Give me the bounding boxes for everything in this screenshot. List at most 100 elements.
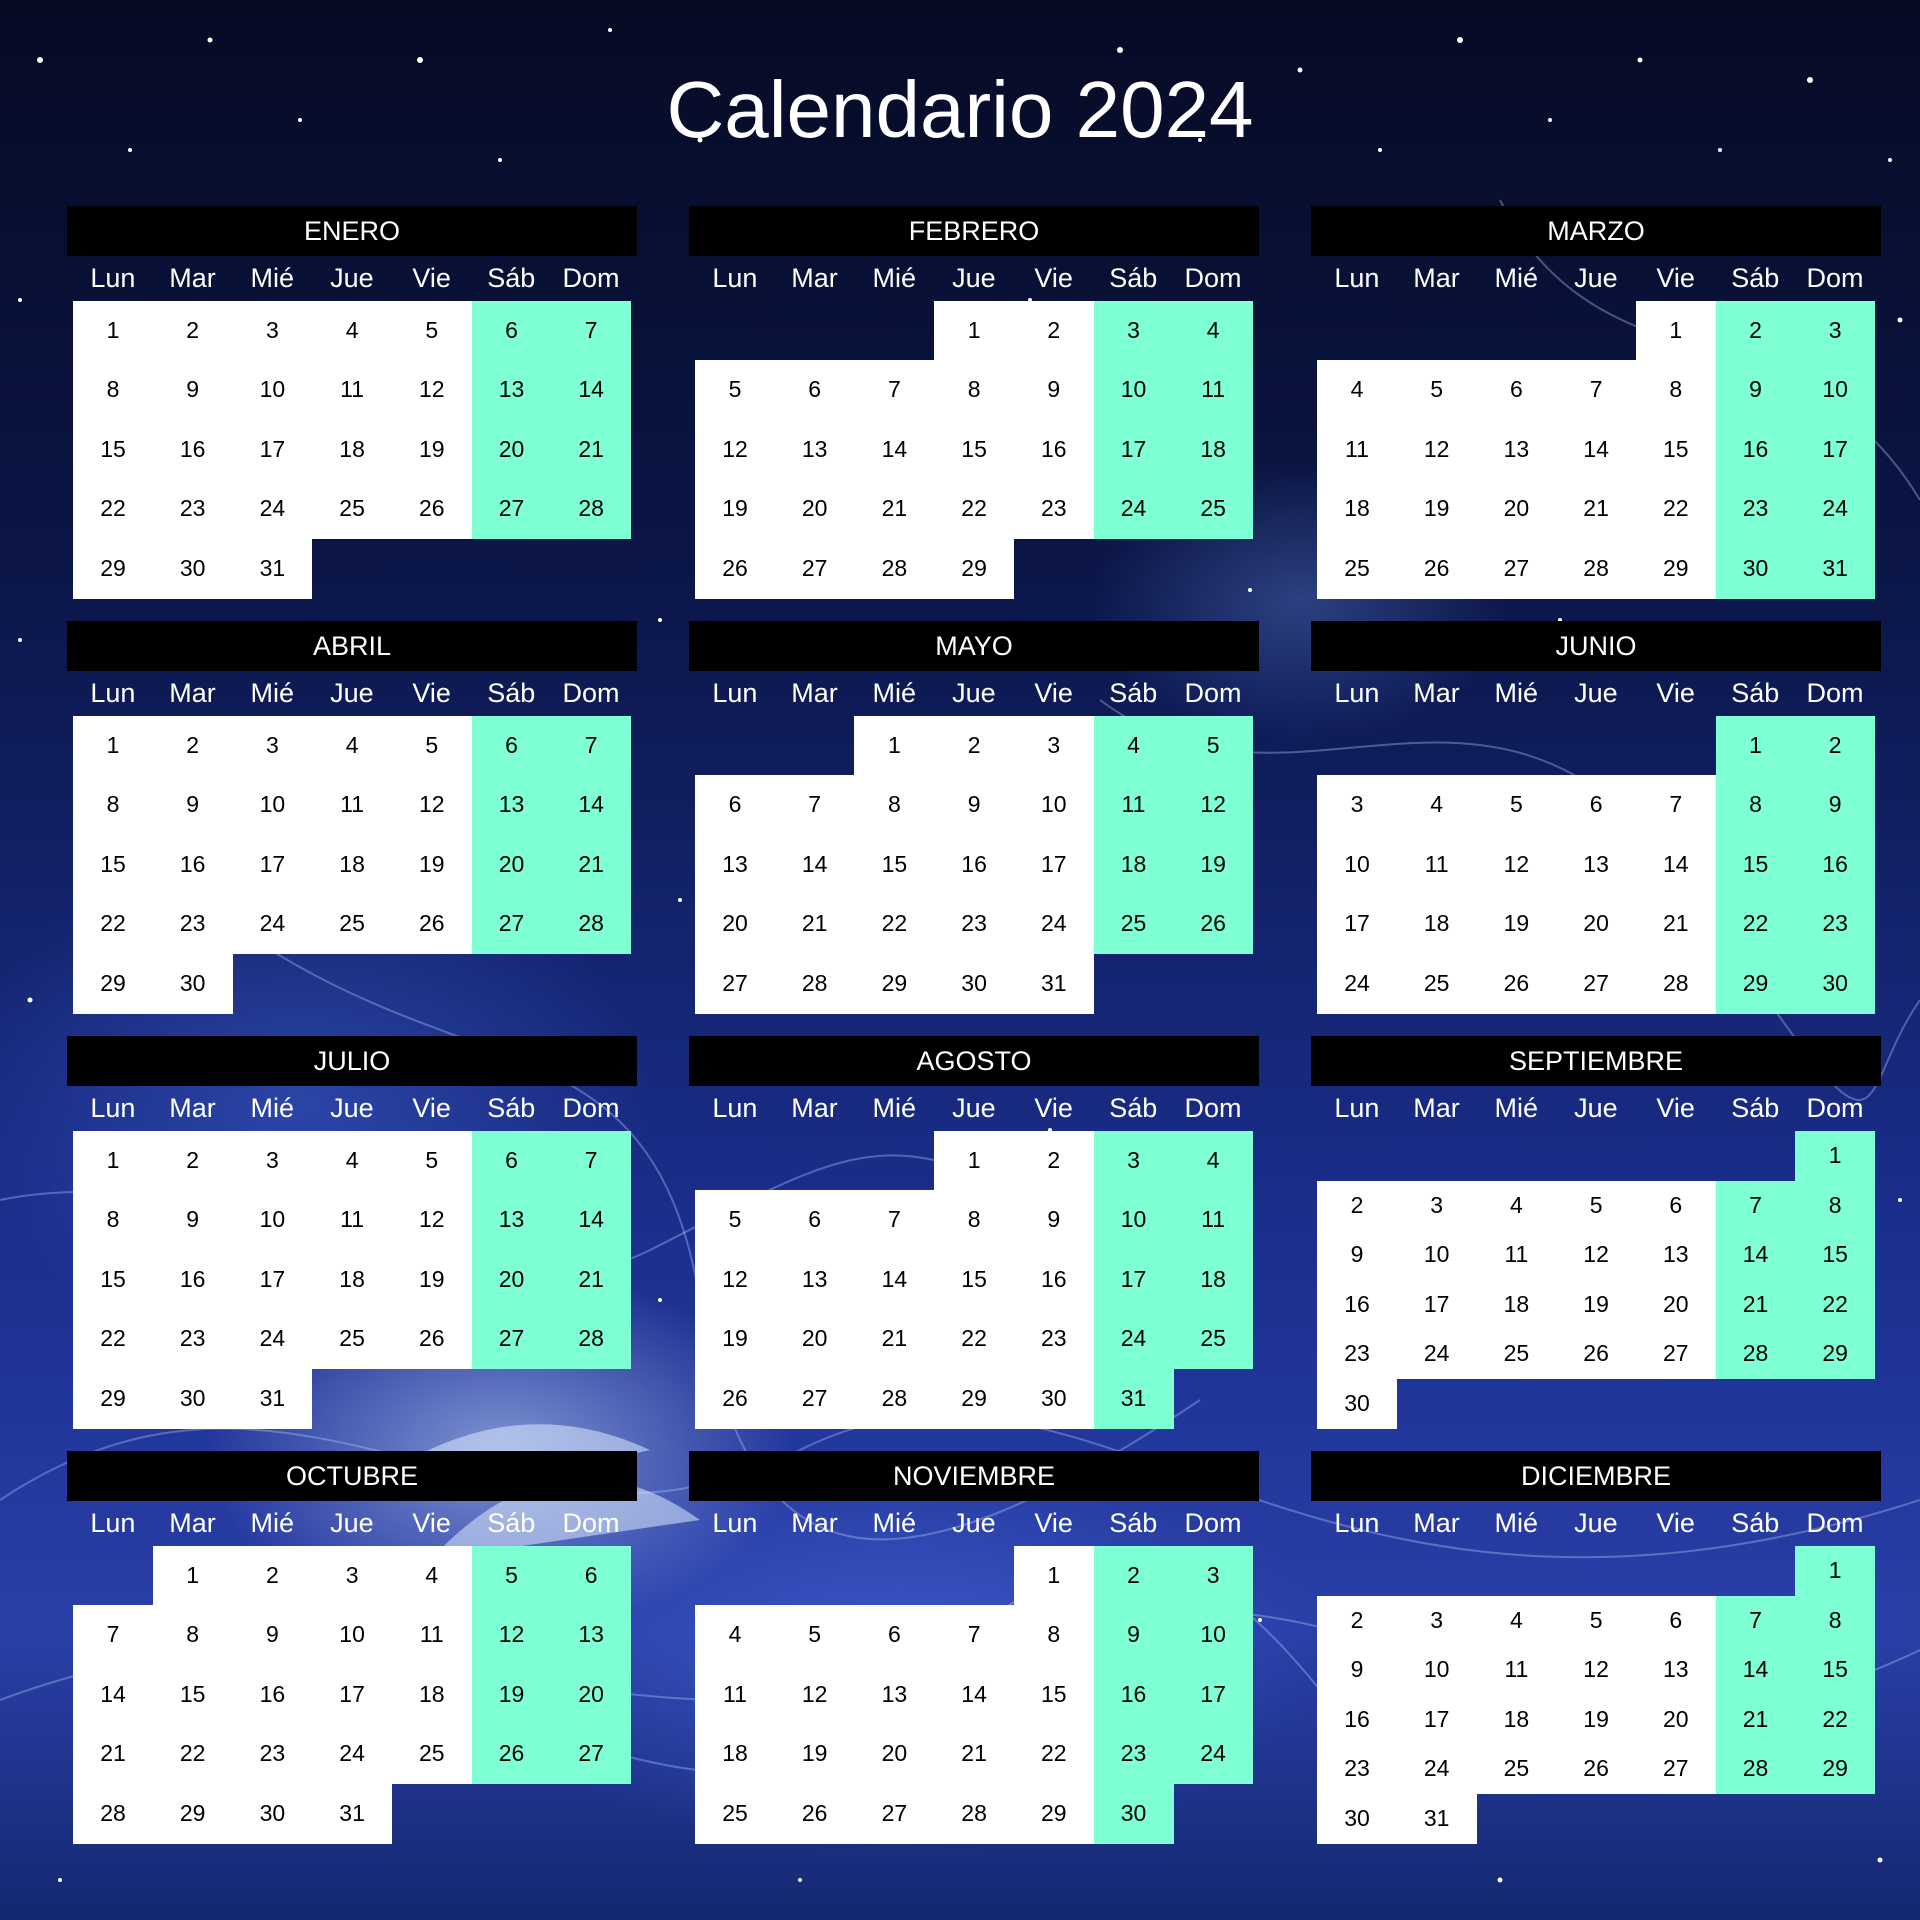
- weekend-day-cell: 9: [1093, 1605, 1174, 1666]
- days-grid: 1 2 3 4 5 6 7 8 9 10 11 12 13 14 15 16 17 18 19 20 21 22 23 24 2…: [695, 1546, 1254, 1844]
- day-cell: 26: [695, 538, 775, 599]
- day-cell: 23: [152, 479, 233, 540]
- month-diciembre: DICIEMBRE Lun Mar Mié Jue Vie Sáb Dom 1 2 3 4 5 6 7 8 9 1…: [1311, 1451, 1881, 1844]
- day-cell: 3: [232, 301, 313, 361]
- day-cell: 17: [232, 834, 313, 895]
- weekend-day-cell: 28: [551, 479, 632, 540]
- days-grid: 1 2 3 4 5 6 7 8 9 10 11 12 13 14 15 16 17 18 19 20 21 22 23 24 2…: [73, 1546, 632, 1844]
- day-cell: 11: [312, 775, 393, 836]
- weekend-day-cell: 21: [551, 834, 632, 895]
- day-cell: 9: [934, 775, 1015, 836]
- weekend-day-cell: 30: [1795, 953, 1876, 1014]
- day-cell: 9: [1317, 1230, 1397, 1281]
- day-cell: 15: [73, 834, 153, 895]
- weekend-day-cell: 10: [1173, 1605, 1254, 1666]
- day-cell: 8: [934, 360, 1015, 421]
- month-octubre: OCTUBRE Lun Mar Mié Jue Vie Sáb Dom 1 2 3 4 5 6 7 8 9 10 1…: [67, 1451, 637, 1844]
- day-cell: 23: [1013, 1309, 1094, 1370]
- weekday-label: Mié: [250, 1093, 294, 1123]
- weekday-header-row: Lun Mar Mié Jue Vie Sáb Dom: [689, 1501, 1259, 1546]
- day-cell: 29: [73, 953, 153, 1014]
- day-cell: 25: [1476, 1744, 1557, 1795]
- weekend-day-cell: 29: [1715, 953, 1796, 1014]
- weekend-day-cell: 22: [1795, 1694, 1876, 1745]
- day-cell: 25: [312, 479, 393, 540]
- weekend-day-cell: 1: [1795, 1131, 1876, 1182]
- weekday-label: Mié: [872, 1508, 916, 1538]
- weekday-label: Mar: [169, 678, 216, 708]
- weekend-day-cell: 15: [1715, 834, 1796, 895]
- day-cell: 9: [1013, 1190, 1094, 1251]
- day-cell: 14: [934, 1664, 1015, 1725]
- day-cell: 30: [152, 538, 233, 599]
- day-cell: 11: [1317, 419, 1397, 480]
- weekday-label: Jue: [952, 1093, 996, 1123]
- day-cell: 25: [312, 1309, 393, 1370]
- day-cell: 18: [1476, 1279, 1557, 1330]
- month-header: AGOSTO: [689, 1036, 1259, 1086]
- day-cell: 1: [152, 1546, 233, 1606]
- weekend-day-cell: 14: [551, 1190, 632, 1251]
- weekday-label: Sáb: [487, 1508, 536, 1538]
- day-cell: 23: [232, 1724, 313, 1785]
- days-grid: 1 2 3 4 5 6 7 8 9 10 11 12 13 14 15 16 17 18 19 20 21 22 23 24 2…: [695, 716, 1254, 1014]
- weekday-label: Sáb: [487, 1093, 536, 1123]
- day-cell: 10: [232, 360, 313, 421]
- weekend-day-cell: 12: [1173, 775, 1254, 836]
- weekday-label: Vie: [412, 1508, 451, 1538]
- days-grid: 1 2 3 4 5 6 7 8 9 10 11 12 13 14 15 16 17 18 19 20 21 22 23 24 2…: [695, 1131, 1254, 1429]
- day-cell: 9: [152, 360, 233, 421]
- weekday-label: Vie: [1034, 1508, 1073, 1538]
- weekend-day-cell: 31: [1795, 538, 1876, 599]
- day-cell: 12: [774, 1664, 855, 1725]
- day-cell: 24: [1317, 953, 1397, 1014]
- weekend-day-cell: 19: [1173, 834, 1254, 895]
- day-cell: 5: [774, 1605, 855, 1666]
- day-cell: 19: [695, 1309, 775, 1370]
- weekday-label: Lun: [1334, 1093, 1380, 1123]
- weekend-day-cell: 18: [1093, 834, 1174, 895]
- day-cell: 21: [774, 894, 855, 955]
- weekend-day-cell: 5: [471, 1546, 552, 1606]
- day-cell: 12: [391, 360, 472, 421]
- weekend-day-cell: 29: [1795, 1744, 1876, 1795]
- day-cell: 15: [1635, 419, 1716, 480]
- day-cell: 11: [312, 360, 393, 421]
- day-cell: 13: [1635, 1645, 1716, 1696]
- weekday-label: Lun: [712, 263, 758, 293]
- day-cell: 21: [1635, 894, 1716, 955]
- day-cell: 15: [152, 1664, 233, 1725]
- day-cell: 19: [391, 1249, 472, 1310]
- day-cell: 28: [854, 538, 935, 599]
- month-noviembre: NOVIEMBRE Lun Mar Mié Jue Vie Sáb Dom 1 2 3 4 5 6 7 8 9 1…: [689, 1451, 1259, 1844]
- day-cell: 25: [391, 1724, 472, 1785]
- weekday-label: Lun: [90, 1093, 136, 1123]
- weekend-day-cell: 9: [1795, 775, 1876, 836]
- day-cell: 19: [391, 834, 472, 895]
- day-cell: 7: [934, 1605, 1015, 1666]
- weekday-label: Sáb: [1109, 1093, 1158, 1123]
- weekday-label: Jue: [1574, 1508, 1618, 1538]
- weekday-label: Jue: [330, 263, 374, 293]
- weekend-day-cell: 4: [1173, 1131, 1254, 1191]
- weekday-label: Dom: [1184, 263, 1242, 293]
- weekend-day-cell: 3: [1173, 1546, 1254, 1606]
- day-cell: 16: [1317, 1279, 1397, 1330]
- weekend-day-cell: 14: [551, 775, 632, 836]
- day-cell: 18: [1317, 479, 1397, 540]
- weekday-label: Mié: [250, 1508, 294, 1538]
- weekday-header-row: Lun Mar Mié Jue Vie Sáb Dom: [1311, 1501, 1881, 1546]
- month-marzo: MARZO Lun Mar Mié Jue Vie Sáb Dom 1 2 3 4 5 6 7 8 9 10 11 1…: [1311, 206, 1881, 599]
- day-cell: 26: [391, 1309, 472, 1370]
- weekday-label: Sáb: [487, 263, 536, 293]
- day-cell: 11: [391, 1605, 472, 1666]
- day-cell: 19: [1476, 894, 1557, 955]
- weekday-label: Lun: [90, 263, 136, 293]
- day-cell: 22: [1013, 1724, 1094, 1785]
- weekend-day-cell: 26: [471, 1724, 552, 1785]
- day-cell: 19: [774, 1724, 855, 1785]
- day-cell: 9: [1013, 360, 1094, 421]
- weekend-day-cell: 1: [1795, 1546, 1876, 1597]
- day-cell: 8: [73, 1190, 153, 1251]
- weekday-label: Dom: [562, 678, 620, 708]
